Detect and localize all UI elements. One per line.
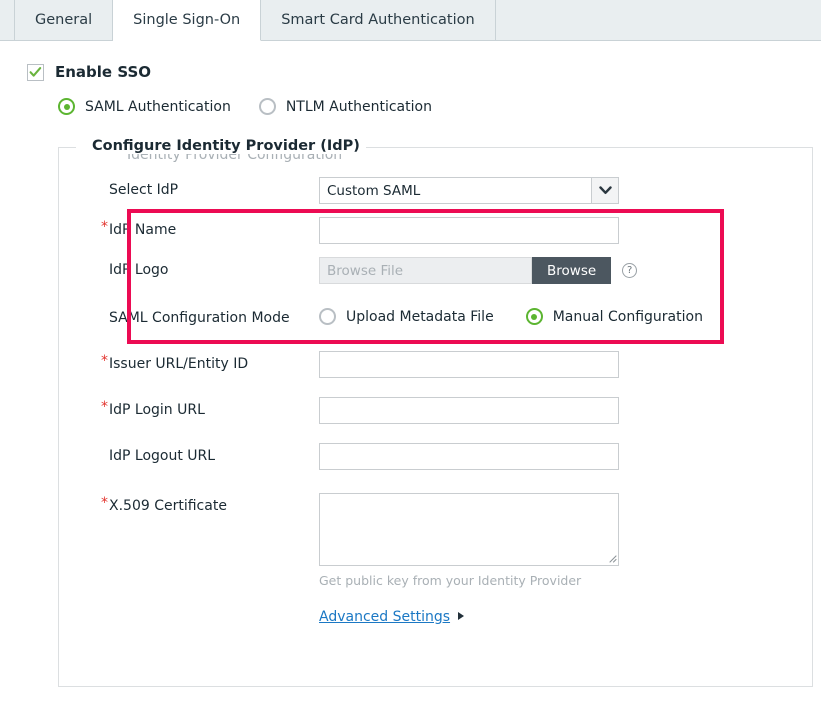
tab-smart-card-authentication[interactable]: Smart Card Authentication	[261, 0, 495, 40]
caret-right-icon[interactable]	[458, 612, 464, 620]
idp-form: Select IdP Custom SAML *	[59, 177, 812, 625]
select-idp-value: Custom SAML	[320, 183, 591, 199]
radio-manual-configuration[interactable]: Manual Configuration	[526, 308, 703, 325]
auth-mode-radio-group: SAML Authentication NTLM Authentication	[58, 98, 821, 115]
settings-content: Enable SSO SAML Authentication NTLM Auth…	[0, 63, 821, 687]
select-idp-dropdown[interactable]: Custom SAML	[319, 177, 619, 204]
configure-idp-fieldset: Configure Identity Provider (IdP) Identi…	[58, 147, 813, 687]
row-idp-logout-url: IdP Logout URL	[59, 443, 812, 483]
x509-certificate-hint: Get public key from your Identity Provid…	[319, 573, 812, 588]
advanced-settings-link[interactable]: Advanced Settings	[319, 609, 450, 625]
control-idp-logout-url	[319, 443, 812, 470]
idp-logo-file-input[interactable]: Browse File	[319, 257, 532, 284]
row-idp-login-url: * IdP Login URL	[59, 397, 812, 437]
label-idp-logout-url: IdP Logout URL	[101, 443, 319, 464]
control-select-idp: Custom SAML	[319, 177, 812, 204]
required-asterisk: *	[101, 353, 108, 369]
radio-upload-metadata-file[interactable]: Upload Metadata File	[319, 308, 494, 325]
label-idp-logo: IdP Logo	[101, 257, 319, 278]
radio-saml-authentication[interactable]: SAML Authentication	[58, 98, 231, 115]
fieldset-border-left-segment	[59, 147, 76, 148]
issuer-url-input[interactable]	[319, 351, 619, 378]
idp-login-url-input[interactable]	[319, 397, 619, 424]
saml-configuration-mode-radio-group: Upload Metadata File Manual Configuratio…	[319, 305, 812, 325]
x509-certificate-wrapper	[319, 493, 619, 566]
label-select-idp: Select IdP	[101, 177, 319, 198]
check-icon	[29, 66, 42, 79]
enable-sso-row: Enable SSO	[27, 63, 821, 81]
required-asterisk: *	[101, 495, 108, 511]
fieldset-border-right-segment	[362, 147, 812, 148]
control-x509-certificate: Get public key from your Identity Provid…	[319, 493, 812, 588]
advanced-settings-group: Advanced Settings	[319, 609, 464, 625]
label-issuer-url: * Issuer URL/Entity ID	[101, 351, 319, 372]
row-x509-certificate: * X.509 Certificate Get public key from …	[59, 493, 812, 588]
radio-ntlm-authentication[interactable]: NTLM Authentication	[259, 98, 432, 115]
enable-sso-label: Enable SSO	[55, 63, 151, 81]
tab-general[interactable]: General	[14, 0, 113, 40]
radio-saml-authentication-label: SAML Authentication	[85, 99, 231, 115]
radio-manual-configuration-label: Manual Configuration	[553, 309, 703, 325]
chevron-down-icon	[591, 178, 618, 203]
browse-button[interactable]: Browse	[532, 257, 611, 284]
tab-single-sign-on[interactable]: Single Sign-On	[113, 0, 261, 41]
fieldset-legend: Configure Identity Provider (IdP)	[86, 138, 366, 154]
required-asterisk: *	[101, 399, 108, 415]
label-issuer-url-text: Issuer URL/Entity ID	[109, 356, 248, 372]
control-idp-logo: Browse File Browse ?	[319, 257, 812, 284]
idp-logo-file-picker: Browse File Browse ?	[319, 257, 812, 284]
radio-manual-configuration-control[interactable]	[526, 308, 543, 325]
label-idp-login-url: * IdP Login URL	[101, 397, 319, 418]
row-issuer-url: * Issuer URL/Entity ID	[59, 351, 812, 391]
advanced-settings-spacer	[101, 609, 319, 625]
control-saml-configuration-mode: Upload Metadata File Manual Configuratio…	[319, 305, 812, 325]
label-x509-certificate: * X.509 Certificate	[101, 493, 319, 514]
radio-saml-authentication-control[interactable]	[58, 98, 75, 115]
row-saml-configuration-mode: SAML Configuration Mode Upload Metadata …	[59, 305, 812, 345]
row-idp-name: * IdP Name	[59, 217, 812, 257]
tab-general-label: General	[35, 12, 92, 28]
enable-sso-checkbox[interactable]	[27, 64, 44, 81]
tab-single-sign-on-label: Single Sign-On	[133, 12, 240, 28]
label-idp-name: * IdP Name	[101, 217, 319, 238]
control-idp-login-url	[319, 397, 812, 424]
row-idp-logo: IdP Logo Browse File Browse ?	[59, 257, 812, 297]
x509-certificate-textarea[interactable]	[319, 493, 619, 566]
idp-name-input[interactable]	[319, 217, 619, 244]
label-saml-configuration-mode: SAML Configuration Mode	[101, 305, 319, 326]
label-x509-certificate-text: X.509 Certificate	[109, 498, 227, 514]
row-select-idp: Select IdP Custom SAML	[59, 177, 812, 217]
row-advanced-settings: Advanced Settings	[59, 609, 812, 625]
tab-smart-card-authentication-label: Smart Card Authentication	[281, 12, 474, 28]
label-idp-name-text: IdP Name	[109, 222, 176, 238]
control-issuer-url	[319, 351, 812, 378]
radio-ntlm-authentication-label: NTLM Authentication	[286, 99, 432, 115]
radio-upload-metadata-file-control[interactable]	[319, 308, 336, 325]
radio-upload-metadata-file-label: Upload Metadata File	[346, 309, 494, 325]
required-asterisk: *	[101, 219, 108, 235]
radio-ntlm-authentication-control[interactable]	[259, 98, 276, 115]
idp-logout-url-input[interactable]	[319, 443, 619, 470]
tab-bar: General Single Sign-On Smart Card Authen…	[0, 0, 821, 41]
control-idp-name	[319, 217, 812, 244]
label-idp-login-url-text: IdP Login URL	[109, 402, 205, 418]
question-mark-icon[interactable]: ?	[622, 263, 637, 278]
